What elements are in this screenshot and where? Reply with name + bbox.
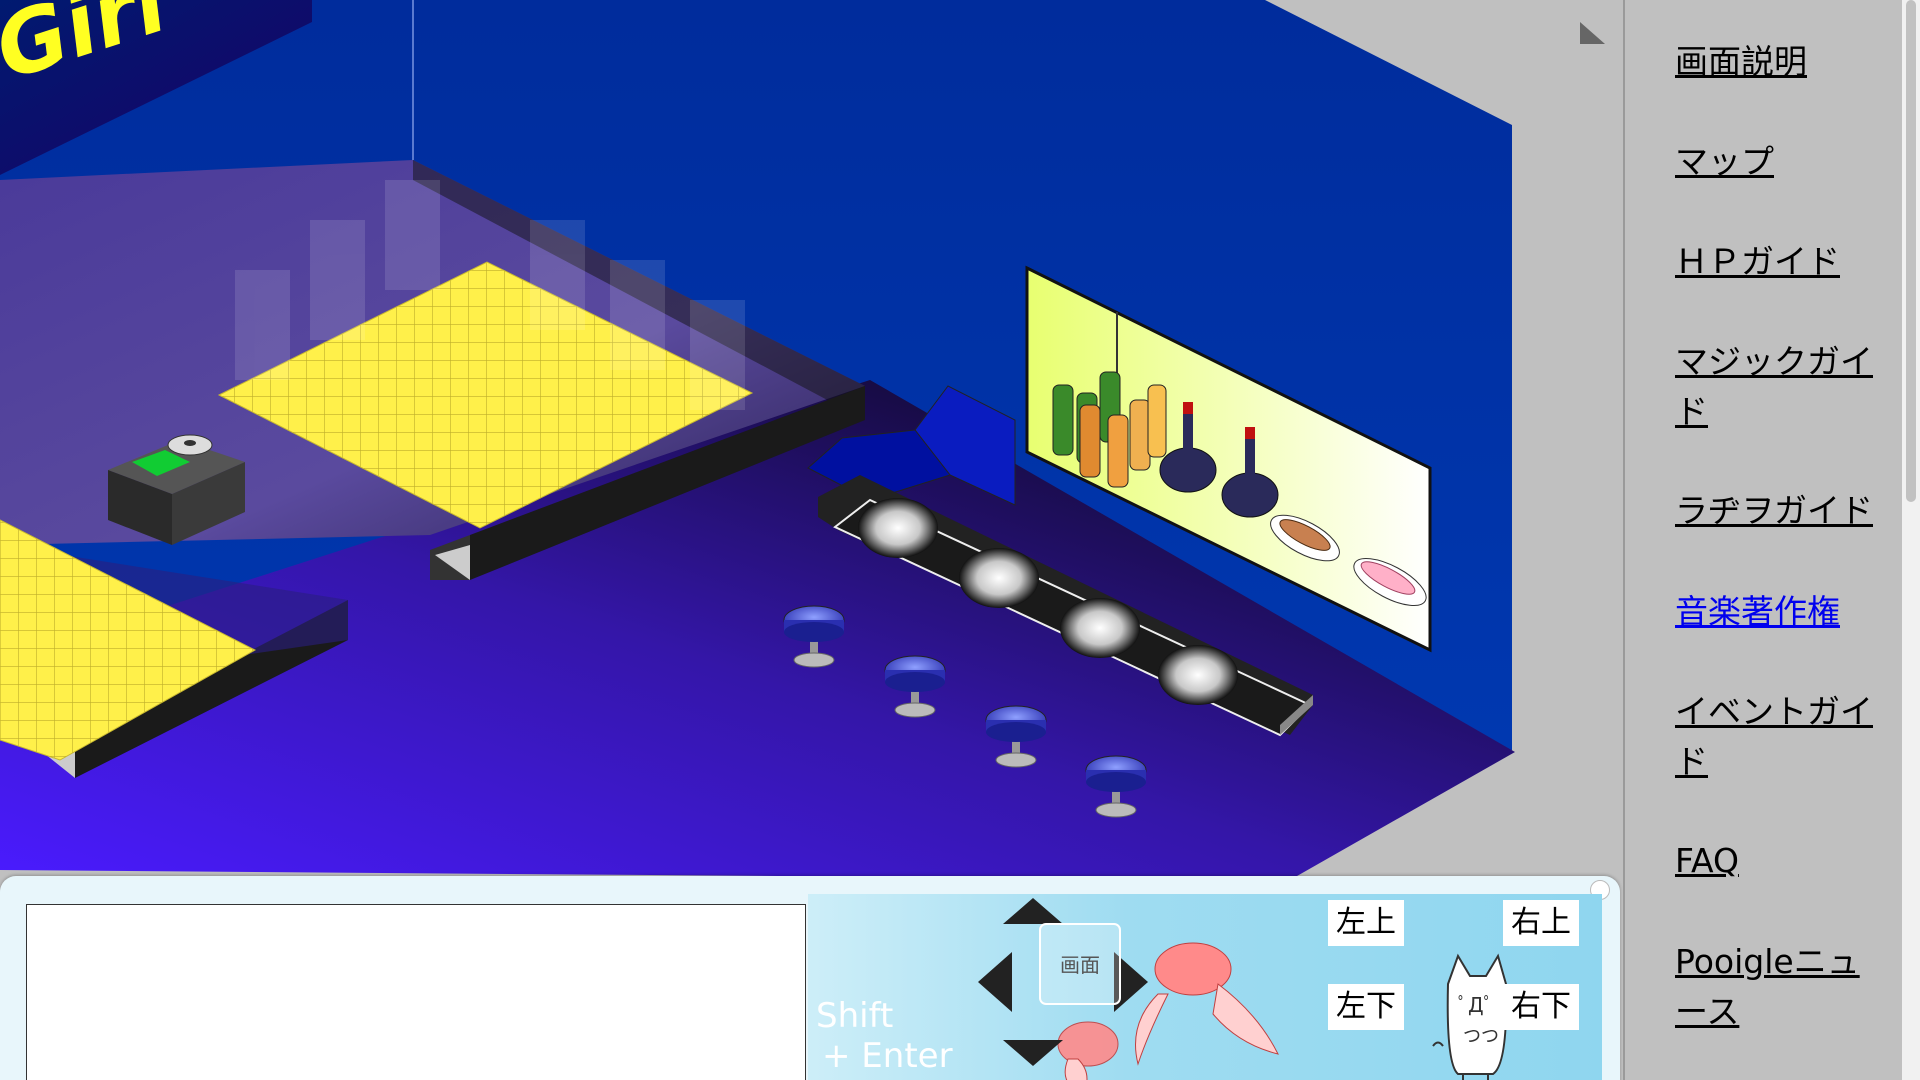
cat-mascot-icon: ﾟДﾟ つつ — [1432, 953, 1508, 1080]
sidebar-link-pooigle-news[interactable]: Pooigleニュース — [1675, 937, 1890, 1037]
sidebar-link-faq[interactable]: FAQ — [1675, 836, 1890, 886]
shift-label: Shift — [816, 996, 894, 1036]
club-room-scene[interactable]: Girl — [0, 0, 1623, 880]
movement-control-pad: 画面 ﾟДﾟ つつ Shift + Enter 左上 右上 左下 右下 — [808, 894, 1602, 1080]
sidebar-link-screen-guide[interactable]: 画面説明 — [1675, 37, 1890, 87]
sidebar-link-hp-guide[interactable]: ＨＰガイド — [1675, 237, 1890, 287]
sidebar-nav: 画面説明 マップ ＨＰガイド マジックガイド ラヂヲガイド 音楽著作権 イベント… — [1625, 0, 1902, 1080]
move-up-left-button[interactable]: 左上 — [1328, 900, 1404, 946]
sidebar-link-magic-guide[interactable]: マジックガイド — [1675, 337, 1890, 437]
enter-label: + Enter — [822, 1036, 953, 1076]
chat-panel: 画面 ﾟДﾟ つつ Shift + Enter 左上 右上 左下 右下 — [0, 876, 1620, 1080]
sidebar-link-map[interactable]: マップ — [1675, 137, 1890, 187]
scrollbar[interactable] — [1902, 0, 1920, 1080]
svg-text:ﾟДﾟ: ﾟДﾟ — [1458, 993, 1494, 1017]
arrow-down-icon[interactable] — [1003, 1040, 1063, 1066]
chat-input[interactable] — [26, 904, 806, 1080]
arrow-left-icon[interactable] — [978, 952, 1012, 1012]
move-up-right-button[interactable]: 右上 — [1503, 900, 1579, 946]
svg-text:つつ: つつ — [1463, 1026, 1499, 1047]
scrollbar-thumb[interactable] — [1906, 0, 1916, 502]
move-down-right-button[interactable]: 右下 — [1503, 984, 1579, 1030]
sidebar-link-event-guide[interactable]: イベントガイド — [1675, 687, 1890, 787]
move-down-left-button[interactable]: 左下 — [1328, 984, 1404, 1030]
game-viewport[interactable]: Girl 画面 ﾟДﾟ つつ Shift + Enter 左上 右上 左下 右下 — [0, 0, 1623, 1080]
sidebar-link-radio-guide[interactable]: ラヂヲガイド — [1675, 486, 1890, 536]
center-button-label: 画面 — [1060, 953, 1100, 977]
sidebar-link-music-copyright[interactable]: 音楽著作権 — [1675, 587, 1890, 637]
arrow-up-icon[interactable] — [1003, 898, 1063, 924]
